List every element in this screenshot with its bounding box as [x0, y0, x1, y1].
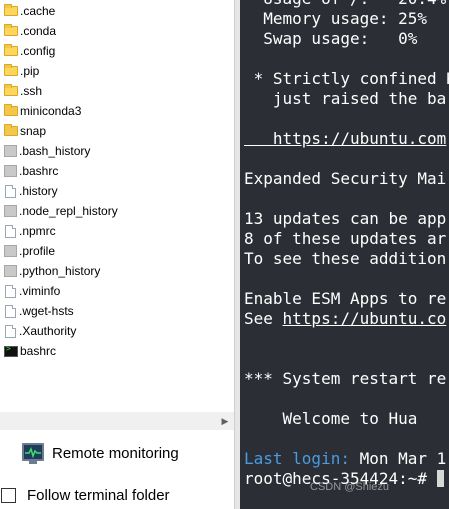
- file-list-item[interactable]: .pip: [0, 61, 234, 81]
- terminal-line: https://ubuntu.com: [244, 129, 446, 149]
- file-name: .conda: [20, 24, 57, 38]
- terminal-line: Memory usage: 25%: [244, 9, 428, 28]
- terminal-line: Swap usage: 0%: [244, 29, 418, 48]
- file-list-item[interactable]: .bashrc: [0, 161, 234, 181]
- file-icon: [4, 165, 17, 177]
- folder-dot-icon: [4, 64, 18, 76]
- file-name: .ssh: [20, 84, 43, 98]
- terminal-link[interactable]: https://ubuntu.co: [283, 309, 447, 328]
- terminal-line: Usage of /: 20.4%: [244, 0, 446, 9]
- file-name: .bashrc: [19, 164, 59, 178]
- document-icon: [5, 224, 16, 238]
- terminal-line: Expanded Security Mai: [244, 169, 447, 188]
- file-list-item[interactable]: .conda: [0, 21, 234, 41]
- file-name: miniconda3: [20, 104, 82, 118]
- file-browser-pane: .cache .conda .config .pip .ssh miniconda3 sna…: [0, 0, 234, 509]
- terminal-line: *** System restart re: [244, 369, 447, 388]
- terminal-line: just raised the bar: [244, 89, 449, 108]
- file-list: .cache .conda .config .pip .ssh miniconda3 sna…: [0, 0, 234, 412]
- file-list-item[interactable]: bashrc: [0, 341, 234, 361]
- folder-dot-icon: [4, 24, 18, 36]
- file-list-item[interactable]: .python_history: [0, 261, 234, 281]
- monitor-stand: [29, 461, 37, 464]
- file-list-item[interactable]: .Xauthority: [0, 321, 234, 341]
- file-name: .Xauthority: [19, 324, 77, 338]
- scroll-right-arrow-icon[interactable]: ▶: [216, 412, 234, 430]
- file-name: .npmrc: [19, 224, 56, 238]
- document-icon: [5, 284, 16, 298]
- file-name: .bash_history: [19, 144, 91, 158]
- file-name: .wget-hsts: [19, 304, 74, 318]
- terminal-line: Enable ESM Apps to re: [244, 289, 447, 308]
- file-list-item[interactable]: .history: [0, 181, 234, 201]
- folder-icon: [4, 104, 18, 116]
- file-icon: [4, 245, 17, 257]
- file-list-item[interactable]: .ssh: [0, 81, 234, 101]
- document-icon: [5, 304, 16, 318]
- file-name: .python_history: [19, 264, 101, 278]
- remote-monitoring-button[interactable]: Remote monitoring: [0, 440, 234, 468]
- remote-monitoring-label: Remote monitoring: [52, 445, 179, 462]
- file-list-item[interactable]: snap: [0, 121, 234, 141]
- file-list-item[interactable]: .npmrc: [0, 221, 234, 241]
- terminal-link[interactable]: https://ubuntu.com: [244, 129, 446, 148]
- file-icon: [4, 205, 17, 217]
- file-name: .history: [19, 184, 58, 198]
- file-name: .node_repl_history: [19, 204, 118, 218]
- horizontal-scrollbar[interactable]: ▶: [0, 412, 234, 430]
- file-list-item[interactable]: .profile: [0, 241, 234, 261]
- file-icon: [4, 265, 17, 277]
- follow-terminal-folder-option[interactable]: Follow terminal folder: [0, 484, 234, 508]
- folder-dot-icon: [4, 84, 18, 96]
- file-list-item[interactable]: miniconda3: [0, 101, 234, 121]
- terminal-line: Welcome to Hua: [244, 409, 418, 428]
- file-icon: [4, 145, 17, 157]
- folder-dot-icon: [4, 4, 18, 16]
- terminal-line: To see these addition: [244, 249, 447, 268]
- terminal-line: 8 of these updates ar: [244, 229, 447, 248]
- file-list-item[interactable]: .cache: [0, 1, 234, 21]
- document-icon: [5, 324, 16, 338]
- follow-terminal-folder-checkbox[interactable]: [1, 488, 16, 503]
- file-list-item[interactable]: .node_repl_history: [0, 201, 234, 221]
- file-name: .config: [20, 44, 56, 58]
- file-name: .profile: [19, 244, 56, 258]
- monitor-icon: [22, 443, 44, 461]
- terminal-line: Last login: Mon Mar 1: [244, 449, 447, 468]
- terminal-view[interactable]: Usage of /: 20.4% Memory usage: 25% Swap…: [240, 0, 449, 509]
- file-list-item[interactable]: .wget-hsts: [0, 301, 234, 321]
- folder-icon: [4, 124, 18, 136]
- file-name: .cache: [20, 4, 56, 18]
- file-name: .pip: [20, 64, 40, 78]
- folder-dot-icon: [4, 44, 18, 56]
- document-icon: [5, 184, 16, 198]
- terminal-line: * Strictly confined K: [244, 69, 449, 88]
- terminal-line: 13 updates can be app: [244, 209, 447, 228]
- file-list-item[interactable]: .viminfo: [0, 281, 234, 301]
- file-list-item[interactable]: .config: [0, 41, 234, 61]
- follow-terminal-folder-label: Follow terminal folder: [27, 487, 170, 504]
- watermark-text: CSDN @Shiezu: [310, 481, 390, 493]
- terminal-line: See https://ubuntu.co: [244, 309, 447, 328]
- file-name: snap: [20, 124, 47, 138]
- terminal-cursor: [436, 470, 444, 487]
- file-list-item[interactable]: .bash_history: [0, 141, 234, 161]
- file-name: bashrc: [20, 344, 57, 358]
- terminal-file-icon: [4, 344, 18, 357]
- file-name: .viminfo: [19, 284, 61, 298]
